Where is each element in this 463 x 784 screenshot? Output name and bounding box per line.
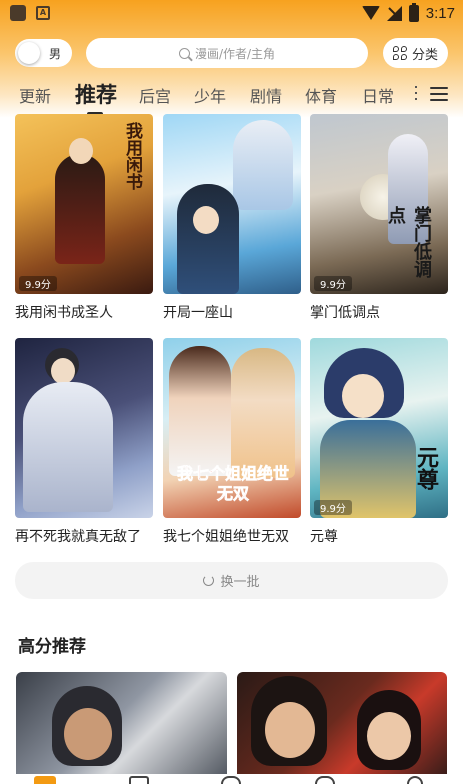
history-nav-icon[interactable] [221,776,241,784]
high-score-comic-cover[interactable] [16,672,227,784]
cover-title-art: 我用闲书 [122,122,142,190]
comic-cover: 元尊 9.9分 [310,338,448,518]
tab-story[interactable]: 剧情 [250,83,282,107]
cover-title-art: 我七个姐姐绝世无双 [176,464,290,504]
comic-title: 开局一座山 [163,305,233,321]
comic-cover [15,338,153,518]
cover-face [51,358,75,384]
comic-card[interactable]: 元尊 9.9分 元尊 [310,338,448,546]
search-input[interactable]: 漫画/作者/主角 [86,38,368,68]
gender-toggle-label: 男 [49,46,62,61]
cover-face [265,702,315,758]
score-badge: 9.9分 [19,276,57,291]
score-badge: 9.9分 [314,500,352,515]
tab-sports[interactable]: 体育 [305,83,337,107]
category-button[interactable]: 分类 [383,38,448,68]
cover-title-art: 元尊 [413,446,439,490]
category-tabs: 更新 推荐 后宫 少年 剧情 体育 日常 [0,78,463,116]
search-placeholder: 漫画/作者/主角 [194,46,276,61]
comic-title: 我七个姐姐绝世无双 [163,529,289,545]
refresh-label: 换一批 [220,575,260,590]
comic-title: 掌门低调点 [310,305,380,321]
cover-figure [177,184,239,294]
notification-app-icon [10,5,26,21]
more-dots-icon [415,86,418,100]
menu-icon[interactable] [430,87,448,101]
section-title: 高分推荐 [18,637,86,657]
score-badge: 9.9分 [314,276,352,291]
cover-figure [233,120,293,210]
comic-cover: 我用闲书 9.9分 [15,114,153,294]
refresh-button[interactable]: 换一批 [15,562,448,599]
comic-card[interactable]: 开局一座山 [163,114,301,322]
toggle-knob [18,42,40,64]
cover-figure [23,382,113,512]
cover-face [193,206,219,234]
rank-nav-icon[interactable] [129,776,149,784]
cover-face [367,712,411,760]
cover-face [64,708,112,760]
comic-title: 我用闲书成圣人 [15,305,113,321]
tab-recommend[interactable]: 推荐 [75,79,117,109]
comic-cover: 我七个姐姐绝世无双 [163,338,301,518]
signal-icon [386,5,402,21]
tab-harem[interactable]: 后宫 [139,83,171,107]
comic-card[interactable]: 我七个姐姐绝世无双 我七个姐姐绝世无双 [163,338,301,546]
battery-icon [408,2,419,22]
category-button-label: 分类 [411,47,438,63]
notification-a-icon: A [36,6,50,20]
refresh-icon [203,575,215,586]
category-icon [392,46,407,60]
comic-title: 元尊 [310,529,338,545]
comic-cover: 掌门低调点 9.9分 [310,114,448,294]
cover-figure [55,154,105,264]
cover-face [69,138,93,164]
tab-update[interactable]: 更新 [19,83,51,107]
comic-cover [163,114,301,294]
cover-title-art: 掌门低调点 [385,206,432,278]
search-icon [178,47,190,59]
tab-daily[interactable]: 日常 [362,83,394,107]
tab-youth[interactable]: 少年 [194,83,226,107]
comic-title: 再不死我就真无敌了 [15,529,141,545]
cover-figure [169,346,231,476]
cover-face [342,374,384,418]
wifi-icon [361,6,380,20]
status-time: 3:17 [425,4,455,22]
comic-card[interactable]: 再不死我就真无敌了 [15,338,153,546]
home-nav-icon[interactable] [34,776,56,784]
status-bar: A 3:17 [0,0,463,26]
comic-card[interactable]: 掌门低调点 9.9分 掌门低调点 [310,114,448,322]
share-nav-icon[interactable] [315,776,335,784]
cover-figure [231,348,295,478]
comic-card[interactable]: 我用闲书 9.9分 我用闲书成圣人 [15,114,153,322]
high-score-comic-cover[interactable] [237,672,447,784]
gender-toggle[interactable]: 男 [15,39,72,67]
